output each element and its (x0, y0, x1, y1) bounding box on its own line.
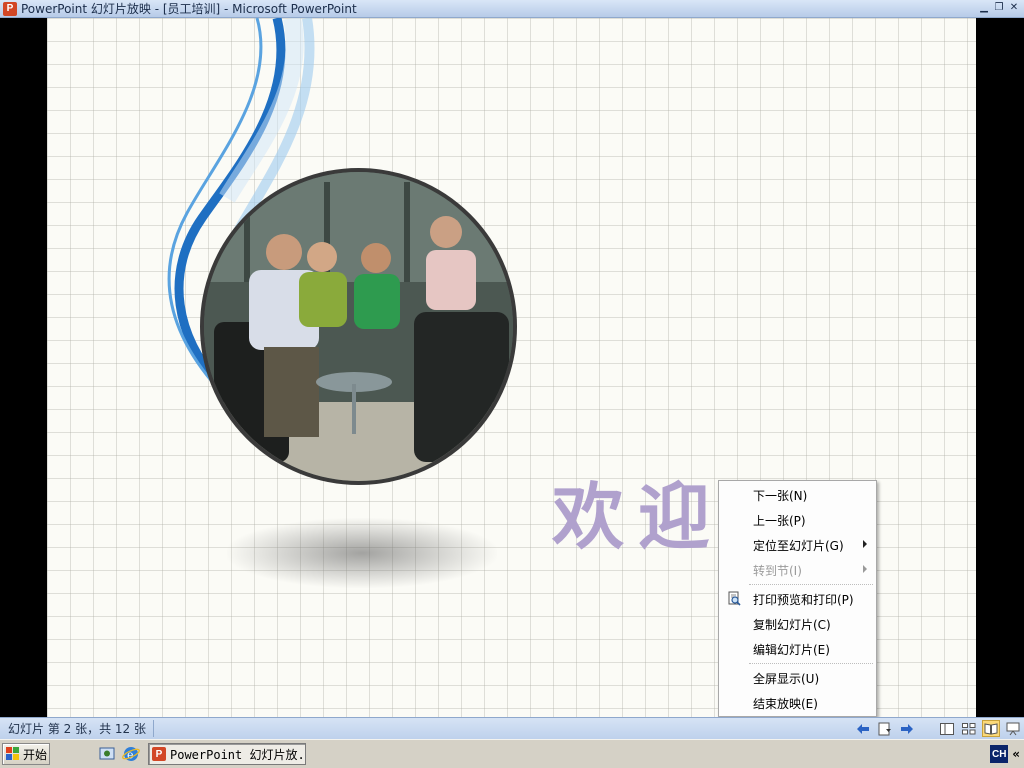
submenu-arrow-icon (863, 540, 867, 548)
menu-edit-slide[interactable]: 编辑幻灯片(E) (719, 637, 876, 661)
menu-item-label: 全屏显示(U) (753, 671, 820, 686)
slide-counter: 幻灯片 第 2 张，共 12 张 (8, 720, 154, 737)
meeting-people-illustration (204, 172, 513, 481)
photo-shadow (227, 518, 497, 588)
welcome-heading: 欢迎 (552, 474, 725, 559)
slide-sorter-icon (962, 722, 976, 734)
menu-previous-slide[interactable]: 上一张(P) (719, 508, 876, 532)
slideshow-context-menu: 下一张(N) 上一张(P) 定位至幻灯片(G) 转到节(I) 打印预览和打印(P… (718, 480, 877, 717)
close-button[interactable]: ✕ (1008, 2, 1020, 14)
window-title: PowerPoint 幻灯片放映 - [员工培训] - Microsoft Po… (21, 2, 357, 16)
menu-item-label: 定位至幻灯片(G) (753, 538, 844, 553)
menu-separator (749, 663, 873, 664)
title-bar: P PowerPoint 幻灯片放映 - [员工培训] - Microsoft … (0, 0, 1024, 18)
internet-explorer-icon[interactable]: e (122, 745, 140, 763)
start-label: 开始 (23, 747, 48, 762)
menu-full-screen[interactable]: 全屏显示(U) (719, 666, 876, 690)
menu-item-label: 上一张(P) (753, 513, 806, 528)
normal-view-button[interactable] (938, 720, 956, 737)
status-bar: 幻灯片 第 2 张，共 12 张 (0, 717, 1024, 739)
quick-launch: e (98, 745, 140, 763)
menu-item-label: 复制幻灯片(C) (753, 617, 831, 632)
menu-item-label: 打印预览和打印(P) (753, 592, 854, 607)
next-slide-button[interactable] (898, 720, 916, 737)
menu-item-label: 转到节(I) (753, 563, 802, 578)
menu-item-label: 编辑幻灯片(E) (753, 642, 830, 657)
system-tray: CH « (990, 745, 1020, 763)
menu-separator (749, 584, 873, 585)
reading-view-button[interactable] (982, 720, 1000, 737)
slideshow-view-button[interactable] (1004, 720, 1022, 737)
meeting-photo (200, 168, 517, 485)
menu-next-slide[interactable]: 下一张(N) (719, 483, 876, 507)
tray-expand-chevron-icon[interactable]: « (1012, 747, 1020, 761)
taskbar: 开始 e P PowerPoint 幻灯片放... CH « (0, 739, 1024, 768)
start-button[interactable]: 开始 (2, 743, 50, 765)
submenu-arrow-icon (863, 565, 867, 573)
arrow-right-icon (901, 723, 913, 734)
slideshow-icon (1006, 722, 1020, 735)
task-label: PowerPoint 幻灯片放... (170, 747, 306, 762)
menu-go-to-slide[interactable]: 定位至幻灯片(G) (719, 533, 876, 557)
powerpoint-icon: P (152, 747, 166, 761)
restore-button[interactable]: ❐ (993, 2, 1005, 14)
taskbar-powerpoint-button[interactable]: P PowerPoint 幻灯片放... (148, 743, 306, 765)
show-desktop-icon[interactable] (98, 745, 116, 763)
menu-end-show[interactable]: 结束放映(E) (719, 691, 876, 715)
minimize-button[interactable]: ▁ (978, 2, 990, 14)
menu-item-label: 下一张(N) (753, 488, 808, 503)
previous-slide-button[interactable] (854, 720, 872, 737)
menu-item-label: 结束放映(E) (753, 696, 818, 711)
arrow-left-icon (857, 723, 869, 734)
reading-view-icon (984, 722, 998, 735)
slideshow-menu-button[interactable] (876, 720, 894, 737)
menu-print-preview[interactable]: 打印预览和打印(P) (719, 587, 876, 611)
windows-flag-icon (6, 747, 19, 760)
slide-menu-icon (878, 722, 891, 735)
normal-view-icon (940, 722, 954, 735)
print-preview-icon (728, 591, 741, 606)
menu-go-to-section: 转到节(I) (719, 558, 876, 582)
menu-copy-slide[interactable]: 复制幻灯片(C) (719, 612, 876, 636)
input-method-indicator[interactable]: CH (990, 745, 1009, 763)
slide-sorter-view-button[interactable] (960, 720, 978, 737)
powerpoint-icon[interactable]: P (3, 1, 17, 16)
